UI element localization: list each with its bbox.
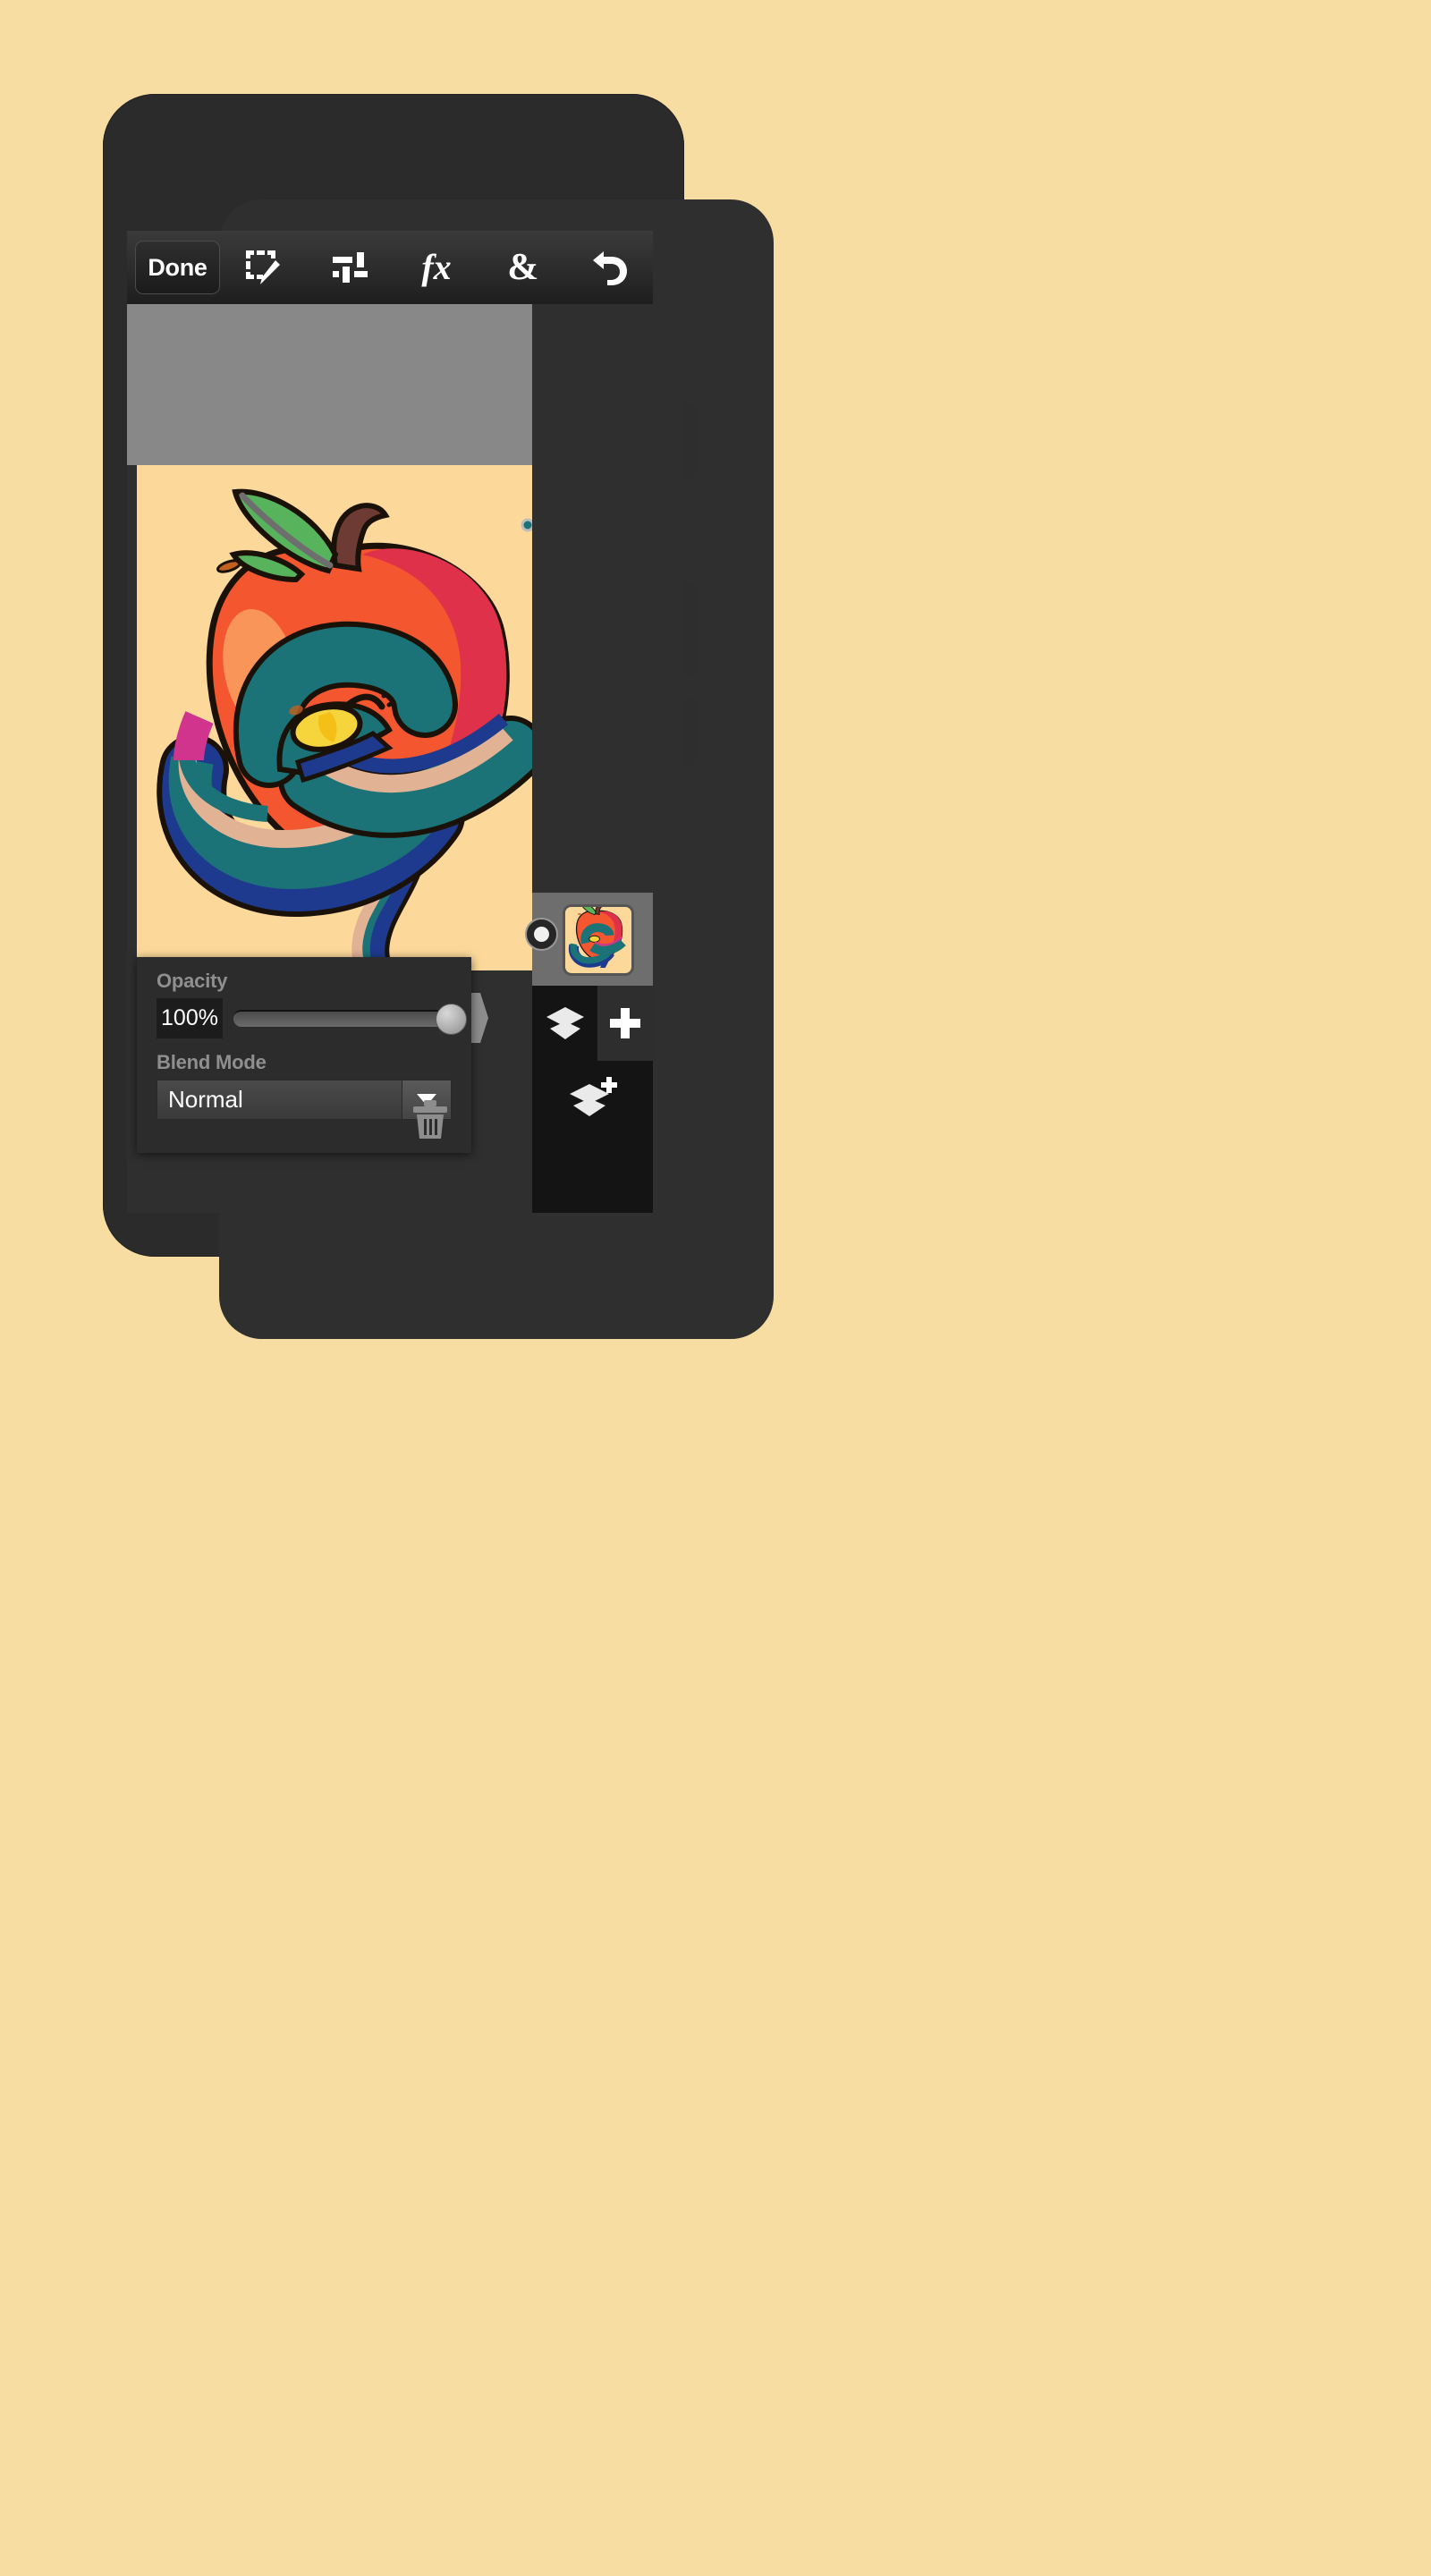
panel-drag-handle[interactable] (470, 993, 488, 1043)
layers-plus-icon (569, 1077, 617, 1116)
volume-up-button[interactable] (684, 402, 697, 479)
canvas-matte (127, 304, 532, 465)
sliders-icon[interactable] (307, 231, 394, 304)
opacity-value-field[interactable]: 100% (157, 998, 223, 1038)
top-toolbar: Done fx & (127, 231, 653, 305)
trash-icon[interactable] (412, 1098, 448, 1140)
add-button[interactable] (597, 986, 653, 1061)
table-row[interactable] (525, 893, 653, 986)
fx-icon[interactable]: fx (394, 231, 480, 304)
ampersand-glyph: & (507, 247, 539, 288)
opacity-label: Opacity (157, 970, 228, 992)
blend-mode-label: Blend Mode (157, 1051, 267, 1073)
add-layer-button[interactable] (532, 1061, 653, 1136)
layers-stack-icon (546, 1007, 584, 1039)
layers-panel-footer (532, 1136, 653, 1213)
layer-properties-dialog: Opacity 100% Blend Mode Normal (137, 957, 471, 1153)
plus-icon (610, 1008, 640, 1038)
app-screen: Done fx & Opacity 100% Blend Mode Normal (127, 231, 653, 1213)
layers-button[interactable] (532, 986, 597, 1061)
blend-mode-select[interactable]: Normal (157, 1080, 452, 1120)
fx-glyph: fx (421, 247, 452, 287)
opacity-slider[interactable] (233, 998, 467, 1038)
dialog-footer (412, 1098, 448, 1144)
artboard[interactable] (137, 465, 532, 970)
ampersand-icon[interactable]: & (479, 231, 566, 304)
apple-with-snake-thumbnail (565, 907, 626, 973)
power-button[interactable] (684, 698, 697, 765)
selection-pencil-icon[interactable] (220, 231, 307, 304)
blend-mode-value[interactable]: Normal (157, 1080, 402, 1120)
layer-thumbnail[interactable] (563, 904, 634, 976)
volume-down-button[interactable] (684, 581, 697, 675)
undo-arrow-icon[interactable] (566, 231, 653, 304)
slider-track[interactable] (233, 1010, 464, 1027)
done-button[interactable]: Done (135, 241, 220, 294)
layer-visibility-toggle[interactable] (525, 918, 558, 951)
canvas-area[interactable]: Opacity 100% Blend Mode Normal (127, 304, 653, 1213)
opacity-row: 100% (157, 998, 471, 1038)
slider-knob[interactable] (436, 1004, 467, 1035)
apple-with-snake-illustration (137, 465, 532, 970)
